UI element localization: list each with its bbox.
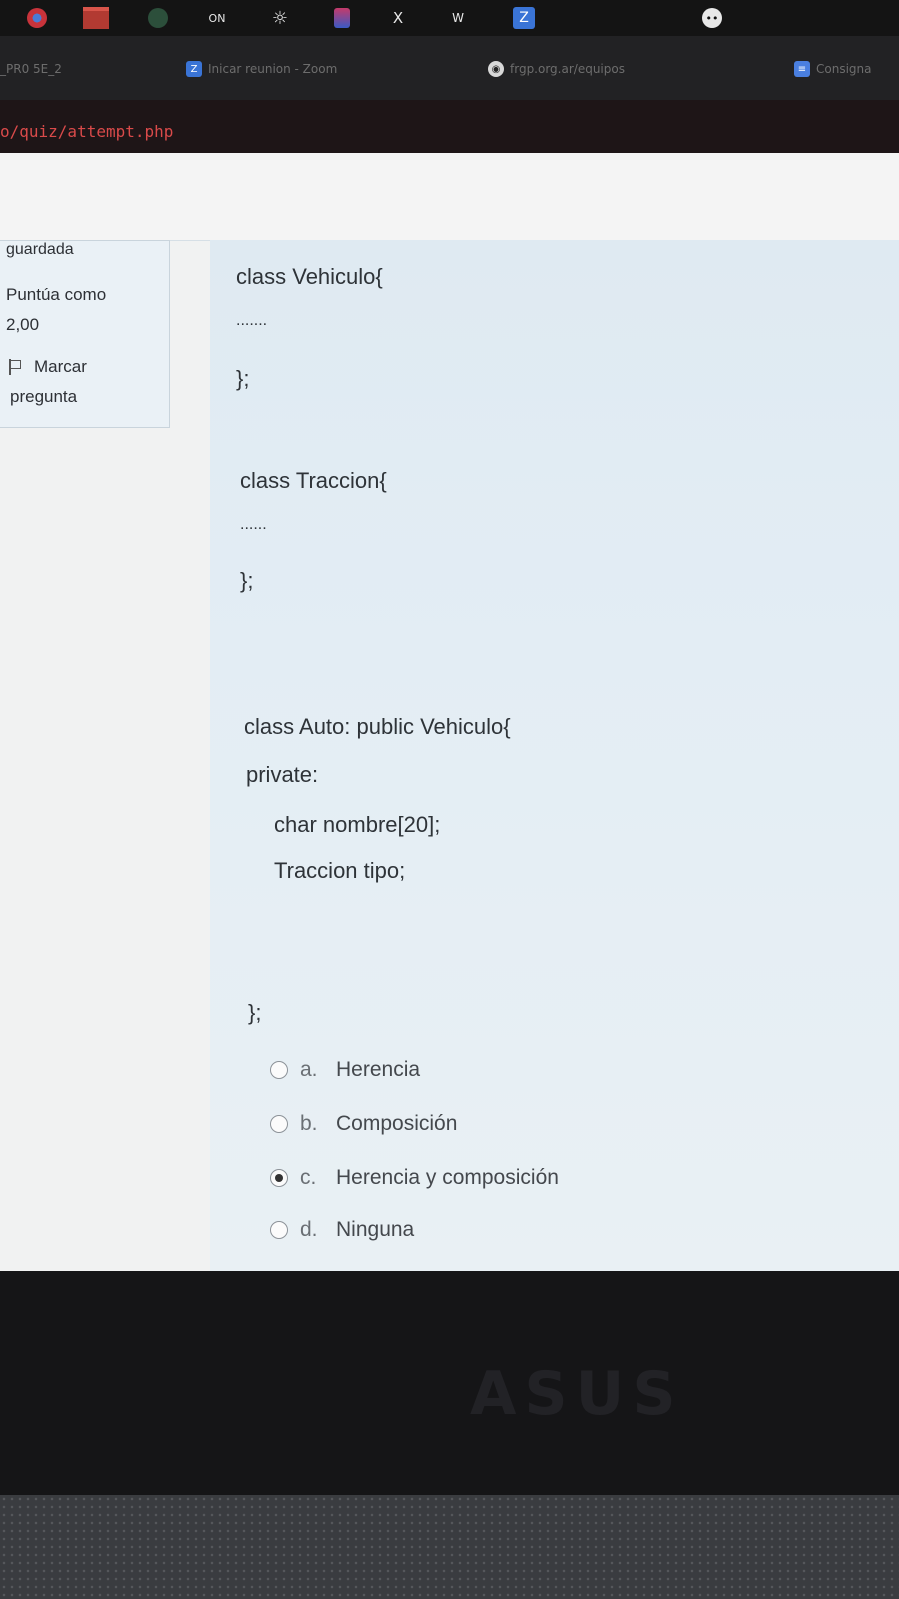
option-a[interactable]: a. Herencia [270,1058,420,1082]
laptop-bezel: ASUS [0,1271,899,1495]
url-text: o/quiz/attempt.php [0,122,174,141]
radio-button[interactable] [270,1221,288,1239]
question-text-area: class Vehiculo{ ....... }; class Traccio… [210,240,899,1271]
flag-question-button[interactable]: Marcar [8,357,87,377]
taskbar: ON ☼ X W Z •• [0,0,899,36]
code-line: private: [246,762,319,787]
code-line: }; [236,366,250,391]
option-letter: c. [300,1166,317,1189]
option-letter: d. [300,1218,318,1241]
option-c[interactable]: c. Herencia y composición [270,1166,559,1190]
flag-icon [8,359,22,375]
photo-of-laptop-screen: ON ☼ X W Z •• _PR0 5E_2 Z Inicar reunion… [0,0,899,1599]
devtools-icon[interactable] [330,6,354,30]
word-icon[interactable]: W [446,6,470,30]
option-letter: a. [300,1058,318,1081]
option-label: Composición [336,1112,458,1135]
code-line: class Vehiculo{ [236,264,383,289]
page-header [0,153,899,241]
laptop-keyboard [0,1495,899,1599]
code-line: class Auto: public Vehiculo{ [244,714,511,739]
chrome-icon[interactable] [25,6,49,30]
score-value: 2,00 [6,315,40,334]
tab-prog[interactable]: _PR0 5E_2 [0,58,62,80]
onenote-label: ON [208,11,226,25]
option-b[interactable]: b. Composición [270,1112,457,1136]
question-status: guardada [6,241,74,258]
tab-label: Inicar reunion - Zoom [208,62,338,76]
x-icon[interactable]: X [386,6,410,30]
browser-tab-strip: _PR0 5E_2 Z Inicar reunion - Zoom ◉ frgp… [0,36,899,100]
option-label: Herencia y composición [336,1166,559,1189]
code-line: }; [240,568,254,593]
onenote-icon[interactable]: ON [205,6,229,30]
question-info-panel: guardada Puntúa como 2,00 Marcar pregunt… [0,240,170,428]
code-line: char nombre[20]; [274,812,441,837]
word-label: W [452,11,464,25]
option-letter: b. [300,1112,318,1135]
tab-frgp[interactable]: ◉ frgp.org.ar/equipos [488,58,625,80]
address-bar[interactable]: o/quiz/attempt.php [0,100,899,158]
tab-zoom[interactable]: Z Inicar reunion - Zoom [186,58,337,80]
page-content: guardada Puntúa como 2,00 Marcar pregunt… [0,153,899,1271]
tab-label: _PR0 5E_2 [0,62,62,76]
tab-consigna[interactable]: ≡ Consigna [794,58,872,80]
radio-button-checked[interactable] [270,1169,288,1187]
flag-label-line2: pregunta [10,387,78,406]
more-icon[interactable]: •• [700,6,724,30]
gear-icon[interactable]: ☼ [268,6,292,30]
zoom-tab-icon: Z [186,61,202,77]
x-label: X [392,9,404,27]
code-line: ...... [240,516,267,533]
folder-icon[interactable] [82,6,110,30]
flag-label-line1: Marcar [34,357,87,376]
globe-tab-icon: ◉ [488,61,504,77]
tab-label: Consigna [816,62,872,76]
document-tab-icon: ≡ [794,61,810,77]
radio-button[interactable] [270,1115,288,1133]
tab-label: frgp.org.ar/equipos [510,62,625,76]
code-line: }; [248,1000,262,1025]
radio-button[interactable] [270,1061,288,1079]
zoom-icon[interactable]: Z [512,6,536,30]
brand-logo: ASUS [470,1359,684,1429]
option-label: Herencia [336,1058,421,1081]
option-d[interactable]: d. Ninguna [270,1218,414,1242]
option-label: Ninguna [336,1218,415,1241]
zoom-label: Z [513,7,535,29]
code-line: class Traccion{ [240,468,387,493]
code-line: ....... [236,312,268,329]
code-line: Traccion tipo; [274,858,406,883]
score-label: Puntúa como [6,285,107,304]
globe-icon[interactable] [146,6,170,30]
